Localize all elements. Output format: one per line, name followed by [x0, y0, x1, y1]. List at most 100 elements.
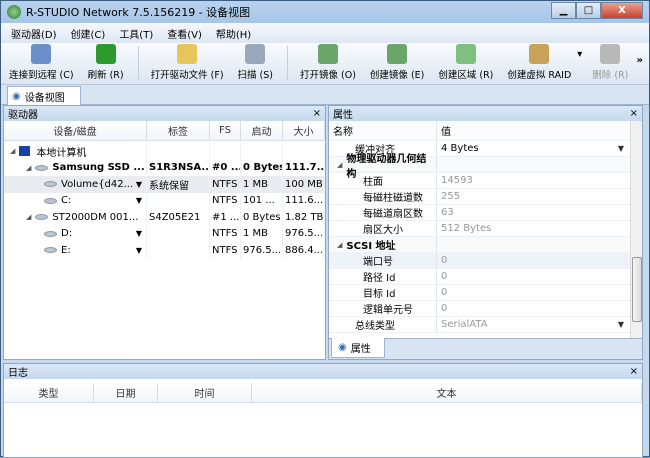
dropdown-arrow-icon[interactable]: ▼ [618, 320, 624, 329]
col-fs[interactable]: FS [210, 121, 241, 140]
col-time[interactable]: 时间 [158, 383, 252, 402]
toolbar-button-7[interactable]: 创建虚拟 RAID [507, 44, 571, 84]
property-row[interactable]: 端口号 0 [329, 253, 630, 269]
toolbar-button-4[interactable]: 打开镜像 (O) [300, 44, 356, 84]
drive-row[interactable]: Volume{d42... ▼ 系统保留 NTFS 1 MB 100 MB [4, 176, 325, 193]
toolbar-button-8[interactable]: 删除 (R) [592, 44, 628, 84]
toolbar-button-0[interactable]: 连接到远程 (C) [9, 44, 74, 84]
toolbar-button-2[interactable]: 打开驱动文件 (F) [151, 44, 224, 84]
col-type[interactable]: 类型 [4, 383, 94, 402]
scrollbar-thumb[interactable] [632, 257, 642, 322]
property-row[interactable]: 柱面 14593 [329, 173, 630, 189]
expand-icon[interactable]: ◢ [337, 241, 342, 249]
menu-tools[interactable]: 工具(T) [113, 26, 161, 41]
drive-row[interactable]: ◢ ST2000DM 001... S4Z05E21 #1 ... 0 Bytes… [4, 209, 325, 226]
close-panel-icon[interactable]: × [630, 108, 638, 119]
size: 111.6... [283, 192, 325, 209]
dropdown-arrow-icon[interactable]: ▼ [136, 246, 142, 255]
col-start[interactable]: 启动 [241, 121, 283, 140]
toolbar-button-label: 打开镜像 (O) [300, 70, 356, 81]
property-name: 扇区大小 [363, 225, 403, 236]
property-row[interactable]: 每磁道扇区数 63 [329, 205, 630, 221]
properties-panel-title: 属性 [333, 110, 353, 121]
expand-icon[interactable]: ◢ [10, 147, 15, 155]
menu-help[interactable]: 帮助(H) [210, 26, 259, 41]
volume-label [147, 242, 210, 259]
size [283, 143, 325, 160]
property-row[interactable]: ◢ 物理驱动器几何结构 [329, 154, 630, 180]
properties-column-header: 名称 值 [329, 121, 642, 141]
view-tabs: ◉ 设备视图 [1, 85, 649, 106]
col-device[interactable]: 设备/磁盘 [4, 121, 147, 140]
filesystem: #1 ... [210, 209, 241, 226]
toolbar-button-1[interactable]: 刷新 (R) [88, 44, 124, 84]
toolbar-more-button[interactable]: » [637, 55, 643, 66]
tab-properties[interactable]: ◉ 属性 [331, 338, 385, 358]
property-name: 目标 Id [363, 289, 396, 300]
property-value: 4 Bytes [441, 143, 479, 154]
property-row[interactable]: 目标 Id 0 [329, 285, 630, 301]
dropdown-arrow-icon[interactable]: ▼ [136, 180, 142, 189]
raid-dropdown-arrow[interactable]: ▾ [577, 49, 582, 60]
col-value[interactable]: 值 [437, 121, 642, 140]
property-row[interactable]: 逻辑单元号 0 [329, 301, 630, 317]
volume-label: S1R3NSA... [147, 159, 210, 176]
device-name: D: [61, 228, 73, 240]
col-name[interactable]: 名称 [329, 121, 437, 140]
dropdown-arrow-icon[interactable]: ▼ [618, 144, 624, 153]
expand-icon[interactable]: ◢ [337, 161, 342, 169]
close-button[interactable]: X [601, 2, 643, 19]
drive-row[interactable]: ◢ 本地计算机 [4, 143, 325, 160]
close-panel-icon[interactable]: × [313, 108, 321, 119]
property-name: 路径 Id [363, 273, 396, 284]
drive-row[interactable]: ◢ Samsung SSD ... S1R3NSA... #0 ... 0 Byt… [4, 159, 325, 176]
disk-icon [44, 181, 57, 188]
create-region-icon [455, 44, 476, 64]
menu-create[interactable]: 创建(C) [65, 26, 114, 41]
maximize-button[interactable]: □ [576, 2, 601, 19]
col-label[interactable]: 标签 [147, 121, 210, 140]
device-name: Samsung SSD ... [52, 162, 145, 174]
drive-row[interactable]: E: ▼ NTFS 976.5... 886.4... [4, 242, 325, 259]
property-row[interactable]: 每磁柱磁道数 255 [329, 189, 630, 205]
menu-drives[interactable]: 驱动器(D) [5, 26, 65, 41]
drive-row[interactable]: D: ▼ NTFS 1 MB 976.5... [4, 225, 325, 242]
property-row[interactable]: 路径 Id 0 [329, 269, 630, 285]
tab-label: 属性 [350, 344, 371, 355]
menu-view[interactable]: 查看(V) [161, 26, 210, 41]
dropdown-arrow-icon[interactable]: ▼ [136, 196, 142, 205]
filesystem: NTFS [210, 176, 241, 193]
col-text[interactable]: 文本 [252, 383, 642, 402]
open-folder-icon [177, 44, 198, 64]
property-row[interactable]: ◢ SCSI 地址 [329, 237, 630, 253]
device-name: ST2000DM 001... [52, 211, 139, 223]
property-row[interactable]: 总线类型 SerialATA ▼ [329, 317, 630, 333]
minimize-button[interactable]: ▁ [551, 2, 576, 19]
start: 976.5... [241, 242, 283, 259]
volume-label [147, 143, 210, 160]
toolbar-button-label: 删除 (R) [592, 70, 629, 81]
network-computers-icon [31, 44, 52, 64]
delete-icon [600, 44, 621, 64]
col-date[interactable]: 日期 [94, 383, 158, 402]
col-size[interactable]: 大小 [283, 121, 325, 140]
property-value: 0 [441, 255, 448, 266]
tab-device-view[interactable]: ◉ 设备视图 [7, 86, 81, 106]
toolbar-button-3[interactable]: 扫描 (S) [238, 44, 273, 84]
properties-icon: ◉ [338, 342, 347, 353]
device-view-icon: ◉ [12, 91, 21, 102]
expand-icon[interactable]: ◢ [26, 164, 31, 172]
toolbar-button-5[interactable]: 创建镜像 (E) [370, 44, 424, 84]
toolbar-button-label: 连接到远程 (C) [9, 70, 74, 81]
dropdown-arrow-icon[interactable]: ▼ [136, 229, 142, 238]
filesystem [210, 143, 241, 160]
start [241, 143, 283, 160]
filesystem: NTFS [210, 225, 241, 242]
properties-scrollbar[interactable] [630, 121, 642, 338]
close-panel-icon[interactable]: × [630, 366, 638, 377]
drive-row[interactable]: C: ▼ NTFS 101 ... 111.6... [4, 192, 325, 209]
property-row[interactable]: 扇区大小 512 Bytes [329, 221, 630, 237]
log-panel: 日志 × 类型 日期 时间 文本 [3, 363, 643, 458]
expand-icon[interactable]: ◢ [26, 213, 31, 221]
toolbar-button-6[interactable]: 创建区域 (R) [438, 44, 493, 84]
